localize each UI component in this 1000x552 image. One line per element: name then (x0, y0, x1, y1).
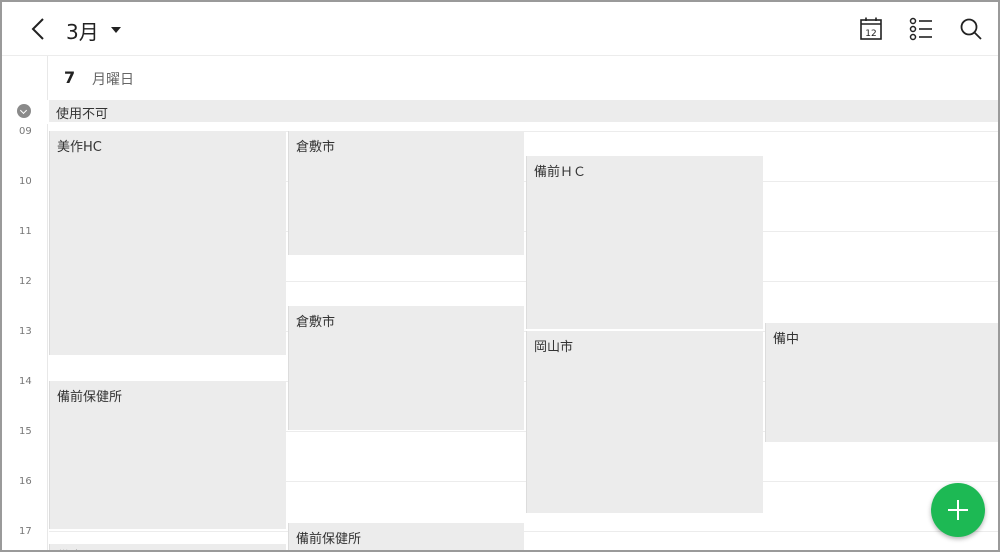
event-title: 倉敷市 (296, 140, 336, 155)
hour-label: 17 (19, 526, 32, 537)
hour-label: 10 (19, 176, 32, 187)
calendar-event[interactable]: 備前保健所 (288, 523, 524, 550)
hour-label: 09 (19, 126, 32, 137)
chevron-left-icon[interactable] (26, 16, 52, 42)
hour-label: 13 (19, 326, 32, 337)
month-label: 3月 (66, 19, 99, 44)
all-day-event-title: 使用不可 (56, 107, 109, 122)
calendar-event[interactable]: 倉敷市 (288, 131, 524, 255)
day-header-gutter (2, 56, 48, 100)
add-event-button[interactable] (931, 483, 985, 537)
calendar-event[interactable]: 備中 (765, 323, 998, 442)
event-title: 倉敷市 (296, 315, 336, 330)
calendar-app: 3月 12 7 月曜日 使用不可 09 10 11 12 13 14 15 16… (0, 0, 1000, 552)
hour-gutter: 09 10 11 12 13 14 15 16 17 (2, 124, 48, 550)
hour-label: 15 (19, 426, 32, 437)
event-title: 備前ＨＣ (534, 165, 587, 180)
event-title: 備前保健所 (296, 532, 362, 547)
hour-label: 12 (19, 276, 32, 287)
calendar-event[interactable]: 倉敷市 (288, 306, 524, 430)
month-selector[interactable]: 3月 (66, 16, 121, 44)
chevron-down-icon[interactable] (17, 104, 31, 118)
event-title: 備中 (773, 332, 800, 347)
day-number: 7 (64, 68, 76, 87)
hour-label: 14 (19, 376, 32, 387)
weekday-label: 月曜日 (92, 72, 134, 88)
calendar-event[interactable]: 備前ＨＣ (526, 156, 763, 329)
event-title: 美作HC (57, 140, 102, 155)
calendar-event[interactable]: 美作HC (49, 131, 286, 355)
event-title: 岡山市 (534, 340, 574, 355)
top-app-bar: 3月 12 (2, 2, 998, 56)
dropdown-caret-icon (110, 27, 121, 33)
calendar-icon-day: 12 (865, 29, 876, 39)
search-icon[interactable] (958, 16, 984, 42)
all-day-row: 使用不可 (2, 100, 998, 122)
hour-label: 16 (19, 476, 32, 487)
calendar-event[interactable]: 岡山市 (526, 331, 763, 513)
hour-label: 11 (19, 226, 32, 237)
day-header: 7 月曜日 (2, 56, 998, 100)
all-day-event[interactable]: 使用不可 (49, 100, 998, 122)
calendar-today-icon[interactable]: 12 (858, 16, 884, 42)
task-list-icon[interactable] (908, 16, 934, 42)
calendar-event[interactable]: 備前保健所 (49, 381, 286, 529)
time-grid[interactable]: 09 10 11 12 13 14 15 16 17 美作HC 倉敷市 備前ＨＣ (2, 124, 998, 550)
event-title: 備前保健所 (57, 390, 123, 405)
calendar-event[interactable]: 備中 (49, 544, 286, 550)
